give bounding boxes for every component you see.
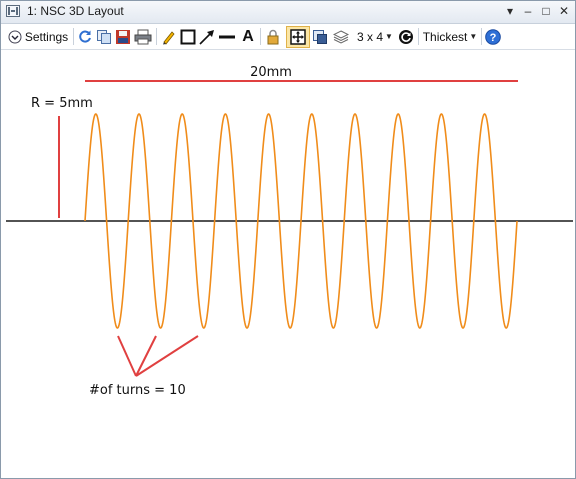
- title-bar[interactable]: 1: NSC 3D Layout ▾ – □ ✕: [1, 1, 575, 24]
- chevron-down-icon: [8, 30, 22, 43]
- toolbar-divider: [156, 28, 157, 45]
- rectangle-tool-button[interactable]: [179, 27, 197, 46]
- close-button[interactable]: ✕: [555, 2, 573, 20]
- turns-label: #of turns = 10: [89, 383, 186, 398]
- refresh-button[interactable]: [76, 27, 94, 46]
- pencil-tool-button[interactable]: [160, 27, 178, 46]
- svg-text:?: ?: [490, 32, 497, 44]
- settings-button[interactable]: Settings: [5, 27, 71, 46]
- copy-button[interactable]: [95, 27, 113, 46]
- radius-label: R = 5mm: [31, 96, 93, 111]
- rectangle-icon: [180, 29, 196, 44]
- fit-button[interactable]: [286, 26, 310, 48]
- save-button[interactable]: [114, 27, 132, 46]
- pencil-icon: [163, 30, 175, 45]
- thickness-value: Thickest: [422, 29, 468, 44]
- lock-button[interactable]: [264, 27, 282, 46]
- chevron-down-icon: ▼: [469, 32, 478, 41]
- text-tool-button[interactable]: A: [239, 27, 257, 46]
- toolbar-divider: [260, 28, 261, 45]
- length-label: 20mm: [250, 65, 292, 80]
- lock-icon: [267, 29, 279, 44]
- refresh-icon: [79, 30, 91, 42]
- window-icon: [6, 5, 20, 17]
- chevron-down-icon: ▼: [385, 32, 393, 41]
- line-tool-button[interactable]: [217, 27, 237, 46]
- helix-curve: [84, 113, 518, 329]
- fit-icon: [290, 29, 306, 45]
- export-icon: [313, 29, 327, 44]
- rotate-button[interactable]: [397, 27, 415, 46]
- window-title: 1: NSC 3D Layout: [27, 4, 124, 18]
- nsc-3d-layout-window: 1: NSC 3D Layout ▾ – □ ✕ Settings A 3 x …: [0, 0, 576, 479]
- layout-dropdown[interactable]: 3 x 4 ▼: [355, 27, 395, 46]
- text-icon: A: [242, 27, 254, 45]
- settings-label: Settings: [24, 29, 69, 44]
- arrow-tool-button[interactable]: [198, 27, 216, 46]
- layers-icon: [333, 29, 349, 44]
- copy-icon: [97, 29, 111, 44]
- toolbar-divider: [418, 28, 419, 45]
- layers-button[interactable]: [332, 27, 350, 46]
- layout-value: 3 x 4: [357, 29, 384, 44]
- minimize-button[interactable]: –: [519, 2, 537, 20]
- export-button[interactable]: [311, 27, 329, 46]
- toolbar: Settings A 3 x 4 ▼ Thickest ▼ ?: [1, 24, 575, 50]
- toolbar-divider: [73, 28, 74, 45]
- thickness-dropdown[interactable]: Thickest ▼: [422, 27, 478, 46]
- window-menu-button[interactable]: ▾: [501, 2, 519, 20]
- maximize-button[interactable]: □: [537, 2, 555, 20]
- layout-canvas[interactable]: 20mm R = 5mm #of turns = 10: [1, 50, 575, 478]
- rotate-icon: [399, 29, 413, 44]
- arrow-icon: [199, 29, 214, 45]
- print-button[interactable]: [133, 27, 153, 46]
- print-icon: [134, 29, 152, 44]
- help-button[interactable]: ?: [484, 27, 502, 46]
- save-icon: [116, 29, 130, 44]
- line-icon: [219, 35, 235, 38]
- help-icon: ?: [485, 28, 501, 45]
- toolbar-divider: [481, 28, 482, 45]
- turns-pointer-line: [117, 335, 137, 377]
- layout-plot: 20mm R = 5mm #of turns = 10: [6, 65, 573, 398]
